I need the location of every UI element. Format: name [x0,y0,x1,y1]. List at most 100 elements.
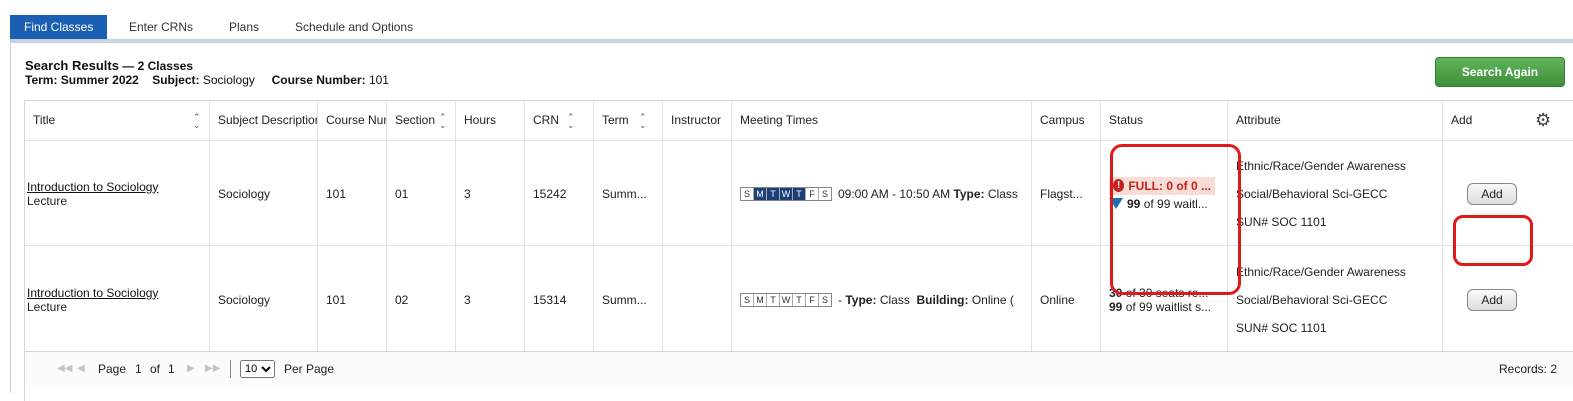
campus-cell: Online [1032,246,1101,353]
tab-schedule-options[interactable]: Schedule and Options [295,15,413,39]
day-indicator: SMTWTFS [740,292,832,307]
day-box: S [741,187,754,200]
section-cell: 02 [387,246,456,353]
col-crn[interactable]: CRN ⌃ ⌄ [525,101,594,140]
waitlist-count: 99 [1127,196,1141,211]
col-attribute-label: Attribute [1236,113,1281,127]
gear-icon[interactable]: ⚙ [1535,101,1551,140]
col-course-label: Course Number [326,113,386,127]
course-number-label: Course Number: [271,73,366,87]
add-button[interactable]: Add [1467,182,1517,205]
instructor-cell [663,141,732,246]
search-again-button[interactable]: Search Again [1435,57,1565,87]
col-add-label: Add [1451,113,1473,127]
attribute-cell: Ethnic/Race/Gender Awareness Social/Beha… [1228,141,1443,246]
col-hours[interactable]: Hours [456,101,525,140]
total-pages: 1 [168,362,175,376]
next-page-icon[interactable]: ▶ [187,363,195,374]
col-term-label: Term [602,113,629,127]
col-status-label: Status [1109,113,1144,127]
col-campus-label: Campus [1040,113,1085,127]
subject-cell: Sociology [210,246,318,353]
first-page-icon[interactable]: ◀◀ [57,363,72,374]
col-section-label: Section [395,113,436,127]
status-cell: ! FULL: 0 of 0 ... 99 of 99 waitl... [1101,141,1228,246]
day-box: S [741,293,754,306]
course-type: Lecture [27,299,68,314]
course-cell: 101 [318,141,387,246]
col-subject-description[interactable]: Subject Description [210,101,318,140]
col-status[interactable]: Status [1101,101,1228,140]
crn-cell: 15242 [525,141,594,246]
attribute-item: SUN# SOC 1101 [1236,214,1327,229]
add-button[interactable]: Add [1467,288,1517,311]
meeting-type: Class [879,292,910,307]
section-cell: 01 [387,141,456,246]
day-box: F [806,293,819,306]
results-title: Search Results [25,58,119,73]
day-box: T [767,187,780,200]
per-page-select[interactable]: 10 [240,360,275,378]
day-box: F [806,187,819,200]
col-subject-label: Subject Description [218,113,318,127]
hours-cell: 3 [456,246,525,353]
col-title[interactable]: Title ⌃ ⌄ [25,101,210,140]
hours-cell: 3 [456,141,525,246]
tab-enter-crns[interactable]: Enter CRNs [129,15,193,39]
sort-icon: ⌃ ⌄ [639,112,647,130]
status-cell: 30 of 30 seats re... 99 of 99 waitlist s… [1101,246,1228,353]
col-meeting-times[interactable]: Meeting Times [732,101,1032,140]
table-row: Introduction to Sociology Lecture Sociol… [25,245,1573,353]
col-hours-label: Hours [464,113,497,127]
meeting-type: Class [987,186,1018,201]
col-course-number[interactable]: Course Number [318,101,387,140]
day-box: S [819,293,831,306]
day-box: T [767,293,780,306]
add-cell: Add [1443,141,1573,246]
attribute-item: Social/Behavioral Sci-GECC [1236,292,1388,307]
course-title-link[interactable]: Introduction to Sociology [27,180,158,194]
waitlist-icon [1109,197,1123,209]
col-instructor[interactable]: Instructor [663,101,732,140]
tab-plans[interactable]: Plans [229,15,259,39]
col-campus[interactable]: Campus [1032,101,1101,140]
instructor-cell [663,246,732,353]
attribute-item: Social/Behavioral Sci-GECC [1236,186,1388,201]
term-cell: Summ... [594,246,663,353]
meeting-times-cell: SMTWTFS 09:00 AM - 10:50 AM Type: Class [732,141,1032,246]
attribute-item: Ethnic/Race/Gender Awareness [1236,264,1406,279]
day-indicator: SMTWTFS [740,186,832,201]
seats-text: of 30 seats re... [1125,285,1209,300]
col-term[interactable]: Term ⌃ ⌄ [594,101,663,140]
last-page-icon[interactable]: ▶▶ [205,363,220,374]
col-add: Add ⚙ [1443,101,1573,140]
waitlist-count: 99 [1109,299,1123,314]
col-section[interactable]: Section ⌃ ⌄ [387,101,456,140]
results-count: — 2 Classes [122,59,193,73]
col-instructor-label: Instructor [671,113,722,127]
attribute-cell: Ethnic/Race/Gender Awareness Social/Beha… [1228,246,1443,353]
search-results-header: Search Results — 2 Classes Term: Summer … [25,58,389,88]
campus-cell: Flagst... [1032,141,1101,246]
subject-cell: Sociology [210,141,318,246]
attribute-item: SUN# SOC 1101 [1236,320,1327,335]
prev-page-icon[interactable]: ◀ [77,363,85,374]
pagination-bar: ◀◀ ◀ Page 1 of 1 ▶ ▶▶ 10 Per Page Record… [25,351,1573,386]
meeting-time: 09:00 AM - 10:50 AM [838,186,951,201]
of-label: of [150,362,161,376]
course-number-value: 101 [368,73,389,87]
page-number[interactable]: 1 [135,362,142,376]
day-box: W [780,293,793,306]
course-type: Lecture [27,193,68,208]
full-status-text: FULL: 0 of 0 ... [1128,178,1211,193]
col-attribute[interactable]: Attribute [1228,101,1443,140]
day-box: S [819,187,831,200]
day-box: T [793,187,806,200]
sort-icon: ⌃ ⌄ [439,112,447,130]
building-label: Building: [916,292,969,307]
meeting-time: - [838,292,842,307]
full-status-badge: ! FULL: 0 of 0 ... [1109,176,1215,195]
term-value: Summer 2022 [60,73,139,87]
course-title-link[interactable]: Introduction to Sociology [27,286,158,300]
tab-find-classes[interactable]: Find Classes [10,15,108,39]
